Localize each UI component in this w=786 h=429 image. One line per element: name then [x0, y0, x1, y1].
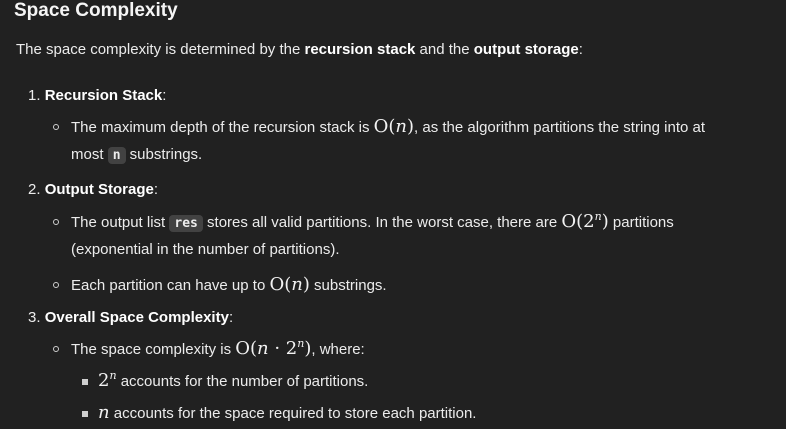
- intro-text: The space complexity is determined by th…: [16, 41, 305, 58]
- bullet-text-continuation: most n substrings.: [71, 146, 203, 164]
- list-number: 1.: [28, 87, 41, 104]
- math-o-n-times-2-pow-n: O(n · 2n): [235, 337, 312, 359]
- list-item-colon: :: [162, 87, 167, 104]
- intro-bold-output-storage: output storage: [473, 41, 579, 58]
- math-2-pow-n: 2n: [98, 369, 117, 391]
- inline-code-res: res: [169, 215, 203, 232]
- list-number: 3.: [28, 309, 41, 326]
- text-run: partitions: [608, 214, 674, 231]
- text-run: substrings.: [309, 277, 387, 294]
- text-run: most: [71, 146, 108, 163]
- list-item-colon: :: [153, 181, 159, 198]
- list-item-title: Output Storage: [44, 181, 154, 198]
- text-run: Each partition can have up to: [71, 277, 270, 294]
- list-item-3-heading: 3. Overall Space Complexity:: [28, 309, 233, 326]
- list-item-title: Overall Space Complexity: [44, 309, 229, 326]
- text-run: The output list: [71, 214, 170, 231]
- text-run: , as the algorithm partitions the string…: [414, 119, 706, 136]
- intro-text: :: [578, 41, 583, 58]
- bullet-text: The output list res stores all valid par…: [71, 211, 674, 232]
- intro-text: and the: [415, 41, 474, 58]
- list-number: 2.: [28, 181, 41, 198]
- text-run: accounts for the space required to store…: [109, 405, 477, 422]
- sub-bullet-text: n accounts for the space required to sto…: [98, 402, 476, 423]
- intro-bold-recursion-stack: recursion stack: [304, 41, 416, 58]
- list-item-1-heading: 1. Recursion Stack:: [28, 87, 166, 104]
- math-o-n: O(n): [373, 116, 415, 137]
- text-run: , where:: [311, 341, 365, 358]
- math-o-2-pow-n: O(2n): [561, 210, 609, 232]
- bullet-text-continuation: (exponential in the number of partitions…: [71, 241, 340, 258]
- list-item-colon: :: [228, 309, 234, 326]
- inline-code-n: n: [107, 147, 126, 164]
- text-run: The space complexity is: [71, 341, 236, 358]
- bullet-square-icon: [82, 411, 88, 417]
- bullet-text: The space complexity is O(n · 2n), where…: [71, 338, 365, 359]
- bullet-circle-icon: [53, 346, 59, 352]
- list-item-2-heading: 2. Output Storage:: [28, 181, 158, 198]
- bullet-circle-icon: [53, 282, 59, 288]
- bullet-text: Each partition can have up to O(n) subst…: [71, 274, 387, 295]
- math-o-n: O(n): [269, 274, 310, 295]
- intro-paragraph: The space complexity is determined by th…: [16, 41, 583, 58]
- text-run: accounts for the number of partitions.: [116, 373, 369, 390]
- bullet-circle-icon: [53, 124, 59, 130]
- bullet-text: The maximum depth of the recursion stack…: [71, 116, 705, 137]
- text-run: The maximum depth of the recursion stack…: [71, 119, 374, 136]
- text-run: stores all valid partitions. In the wors…: [202, 214, 562, 231]
- section-heading: Space Complexity: [14, 0, 178, 21]
- bullet-square-icon: [82, 379, 88, 385]
- text-run: substrings.: [125, 146, 203, 163]
- math-n: n: [98, 402, 110, 423]
- bullet-circle-icon: [53, 219, 59, 225]
- list-item-title: Recursion Stack: [44, 87, 163, 104]
- sub-bullet-text: 2n accounts for the number of partitions…: [98, 370, 368, 391]
